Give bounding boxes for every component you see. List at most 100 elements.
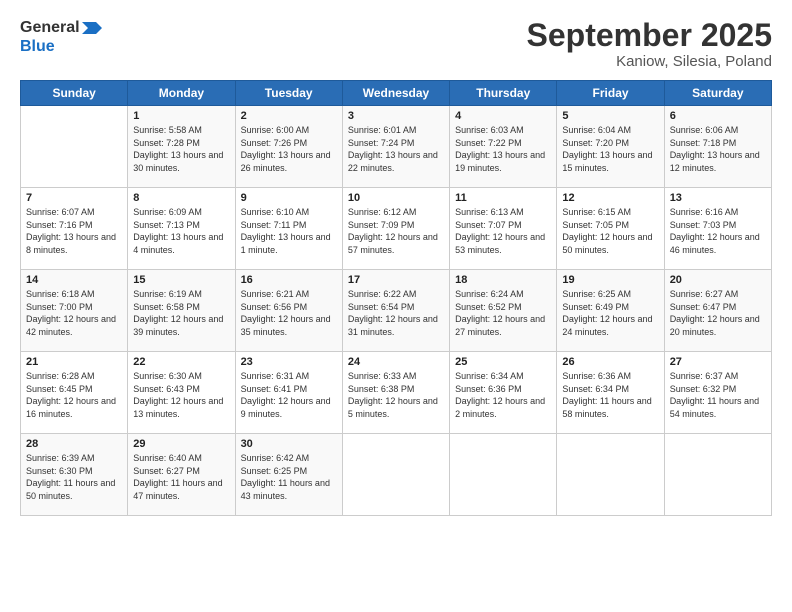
day-number: 20	[670, 274, 766, 286]
sunset-text: Sunset: 6:49 PM	[562, 301, 658, 314]
day-cell: 30 Sunrise: 6:42 AM Sunset: 6:25 PM Dayl…	[235, 434, 342, 516]
day-cell: 16 Sunrise: 6:21 AM Sunset: 6:56 PM Dayl…	[235, 270, 342, 352]
sunset-text: Sunset: 6:41 PM	[241, 383, 337, 396]
day-cell: 14 Sunrise: 6:18 AM Sunset: 7:00 PM Dayl…	[21, 270, 128, 352]
daylight-text: Daylight: 13 hours and 22 minutes.	[348, 149, 444, 174]
sunrise-text: Sunrise: 6:12 AM	[348, 206, 444, 219]
sunset-text: Sunset: 6:43 PM	[133, 383, 229, 396]
day-number: 18	[455, 274, 551, 286]
header: General Blue September 2025 Kaniow, Sile…	[20, 18, 772, 70]
day-cell: 18 Sunrise: 6:24 AM Sunset: 6:52 PM Dayl…	[450, 270, 557, 352]
header-tuesday: Tuesday	[235, 81, 342, 106]
sunrise-text: Sunrise: 6:15 AM	[562, 206, 658, 219]
sunrise-text: Sunrise: 6:01 AM	[348, 124, 444, 137]
day-cell	[664, 434, 771, 516]
week-row-3: 14 Sunrise: 6:18 AM Sunset: 7:00 PM Dayl…	[21, 270, 772, 352]
header-monday: Monday	[128, 81, 235, 106]
week-row-2: 7 Sunrise: 6:07 AM Sunset: 7:16 PM Dayli…	[21, 188, 772, 270]
daylight-text: Daylight: 12 hours and 42 minutes.	[26, 313, 122, 338]
header-friday: Friday	[557, 81, 664, 106]
daylight-text: Daylight: 13 hours and 15 minutes.	[562, 149, 658, 174]
week-row-5: 28 Sunrise: 6:39 AM Sunset: 6:30 PM Dayl…	[21, 434, 772, 516]
sunrise-text: Sunrise: 6:30 AM	[133, 370, 229, 383]
daylight-text: Daylight: 12 hours and 50 minutes.	[562, 231, 658, 256]
sunset-text: Sunset: 6:25 PM	[241, 465, 337, 478]
daylight-text: Daylight: 12 hours and 16 minutes.	[26, 395, 122, 420]
day-cell: 29 Sunrise: 6:40 AM Sunset: 6:27 PM Dayl…	[128, 434, 235, 516]
day-cell: 27 Sunrise: 6:37 AM Sunset: 6:32 PM Dayl…	[664, 352, 771, 434]
day-cell: 6 Sunrise: 6:06 AM Sunset: 7:18 PM Dayli…	[664, 106, 771, 188]
sunset-text: Sunset: 7:24 PM	[348, 137, 444, 150]
day-number: 25	[455, 356, 551, 368]
daylight-text: Daylight: 13 hours and 4 minutes.	[133, 231, 229, 256]
sunrise-text: Sunrise: 6:13 AM	[455, 206, 551, 219]
day-info: Sunrise: 6:39 AM Sunset: 6:30 PM Dayligh…	[26, 452, 122, 502]
day-number: 15	[133, 274, 229, 286]
sunrise-text: Sunrise: 6:37 AM	[670, 370, 766, 383]
daylight-text: Daylight: 12 hours and 2 minutes.	[455, 395, 551, 420]
header-saturday: Saturday	[664, 81, 771, 106]
sunrise-text: Sunrise: 6:36 AM	[562, 370, 658, 383]
day-number: 4	[455, 110, 551, 122]
day-number: 23	[241, 356, 337, 368]
sunset-text: Sunset: 7:03 PM	[670, 219, 766, 232]
day-number: 13	[670, 192, 766, 204]
day-number: 22	[133, 356, 229, 368]
sunset-text: Sunset: 6:45 PM	[26, 383, 122, 396]
sunrise-text: Sunrise: 5:58 AM	[133, 124, 229, 137]
day-info: Sunrise: 6:42 AM Sunset: 6:25 PM Dayligh…	[241, 452, 337, 502]
day-number: 30	[241, 438, 337, 450]
day-cell: 12 Sunrise: 6:15 AM Sunset: 7:05 PM Dayl…	[557, 188, 664, 270]
day-number: 8	[133, 192, 229, 204]
daylight-text: Daylight: 12 hours and 53 minutes.	[455, 231, 551, 256]
day-number: 11	[455, 192, 551, 204]
sunrise-text: Sunrise: 6:09 AM	[133, 206, 229, 219]
day-cell: 13 Sunrise: 6:16 AM Sunset: 7:03 PM Dayl…	[664, 188, 771, 270]
daylight-text: Daylight: 13 hours and 30 minutes.	[133, 149, 229, 174]
sunset-text: Sunset: 6:27 PM	[133, 465, 229, 478]
sunrise-text: Sunrise: 6:22 AM	[348, 288, 444, 301]
sunrise-text: Sunrise: 6:40 AM	[133, 452, 229, 465]
daylight-text: Daylight: 11 hours and 54 minutes.	[670, 395, 766, 420]
day-cell: 23 Sunrise: 6:31 AM Sunset: 6:41 PM Dayl…	[235, 352, 342, 434]
daylight-text: Daylight: 12 hours and 9 minutes.	[241, 395, 337, 420]
daylight-text: Daylight: 12 hours and 46 minutes.	[670, 231, 766, 256]
header-row: Sunday Monday Tuesday Wednesday Thursday…	[21, 81, 772, 106]
day-cell: 28 Sunrise: 6:39 AM Sunset: 6:30 PM Dayl…	[21, 434, 128, 516]
daylight-text: Daylight: 13 hours and 19 minutes.	[455, 149, 551, 174]
day-cell: 26 Sunrise: 6:36 AM Sunset: 6:34 PM Dayl…	[557, 352, 664, 434]
day-info: Sunrise: 6:31 AM Sunset: 6:41 PM Dayligh…	[241, 370, 337, 420]
day-info: Sunrise: 6:27 AM Sunset: 6:47 PM Dayligh…	[670, 288, 766, 338]
daylight-text: Daylight: 11 hours and 50 minutes.	[26, 477, 122, 502]
sunset-text: Sunset: 7:16 PM	[26, 219, 122, 232]
day-cell: 9 Sunrise: 6:10 AM Sunset: 7:11 PM Dayli…	[235, 188, 342, 270]
sunset-text: Sunset: 6:30 PM	[26, 465, 122, 478]
sunrise-text: Sunrise: 6:10 AM	[241, 206, 337, 219]
daylight-text: Daylight: 11 hours and 47 minutes.	[133, 477, 229, 502]
day-info: Sunrise: 6:24 AM Sunset: 6:52 PM Dayligh…	[455, 288, 551, 338]
sunrise-text: Sunrise: 6:25 AM	[562, 288, 658, 301]
day-number: 9	[241, 192, 337, 204]
day-number: 27	[670, 356, 766, 368]
day-cell: 7 Sunrise: 6:07 AM Sunset: 7:16 PM Dayli…	[21, 188, 128, 270]
sunset-text: Sunset: 7:20 PM	[562, 137, 658, 150]
day-cell: 15 Sunrise: 6:19 AM Sunset: 6:58 PM Dayl…	[128, 270, 235, 352]
sunset-text: Sunset: 7:28 PM	[133, 137, 229, 150]
daylight-text: Daylight: 12 hours and 20 minutes.	[670, 313, 766, 338]
sunrise-text: Sunrise: 6:21 AM	[241, 288, 337, 301]
day-number: 26	[562, 356, 658, 368]
day-number: 19	[562, 274, 658, 286]
daylight-text: Daylight: 12 hours and 5 minutes.	[348, 395, 444, 420]
day-cell: 24 Sunrise: 6:33 AM Sunset: 6:38 PM Dayl…	[342, 352, 449, 434]
day-info: Sunrise: 6:25 AM Sunset: 6:49 PM Dayligh…	[562, 288, 658, 338]
sunrise-text: Sunrise: 6:24 AM	[455, 288, 551, 301]
day-number: 6	[670, 110, 766, 122]
sunrise-text: Sunrise: 6:33 AM	[348, 370, 444, 383]
calendar-page: General Blue September 2025 Kaniow, Sile…	[0, 0, 792, 612]
sunset-text: Sunset: 6:38 PM	[348, 383, 444, 396]
day-info: Sunrise: 6:04 AM Sunset: 7:20 PM Dayligh…	[562, 124, 658, 174]
day-info: Sunrise: 6:13 AM Sunset: 7:07 PM Dayligh…	[455, 206, 551, 256]
title-block: September 2025 Kaniow, Silesia, Poland	[527, 18, 772, 70]
day-number: 14	[26, 274, 122, 286]
sunrise-text: Sunrise: 6:34 AM	[455, 370, 551, 383]
